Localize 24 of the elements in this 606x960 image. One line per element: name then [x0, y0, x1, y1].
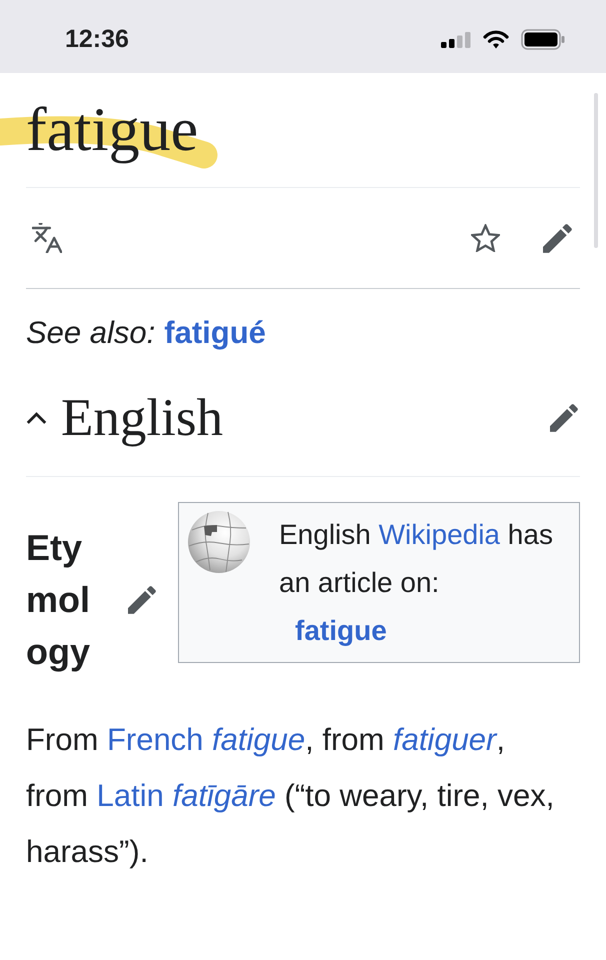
edit-icon[interactable] — [550, 404, 578, 432]
edit-icon[interactable] — [128, 586, 156, 614]
star-icon[interactable] — [471, 224, 500, 252]
article-link[interactable]: fatigue — [295, 607, 387, 655]
box-text: English Wikipedia has an article on: — [279, 518, 554, 600]
status-time: 12:36 — [65, 27, 129, 52]
edit-icon[interactable] — [543, 224, 572, 252]
language-link[interactable]: French — [106, 722, 204, 757]
language-link[interactable]: Latin — [96, 778, 164, 813]
wifi-icon — [483, 30, 509, 49]
etymology-heading: Etymology — [26, 526, 92, 674]
see-also-label: See also: — [26, 314, 156, 352]
term-link[interactable]: fatiguer — [392, 722, 496, 757]
term-link[interactable]: fatigue — [212, 722, 306, 757]
signal-icon — [441, 32, 471, 48]
term-link[interactable]: fatīgāre — [172, 778, 276, 813]
caret-up-icon[interactable] — [26, 412, 47, 424]
puzzle-globe-icon — [186, 510, 252, 574]
wikipedia-link[interactable]: Wikipedia — [378, 519, 500, 550]
translate-icon[interactable] — [32, 223, 62, 253]
section-heading: English — [61, 388, 223, 448]
etymology-text: From French fatigue, from fatiguer, from Latin fatīgāre (“to weary, tire, vex, harass”). — [26, 721, 556, 871]
battery-icon — [521, 29, 565, 50]
see-also-link[interactable]: fatigué — [164, 313, 266, 353]
